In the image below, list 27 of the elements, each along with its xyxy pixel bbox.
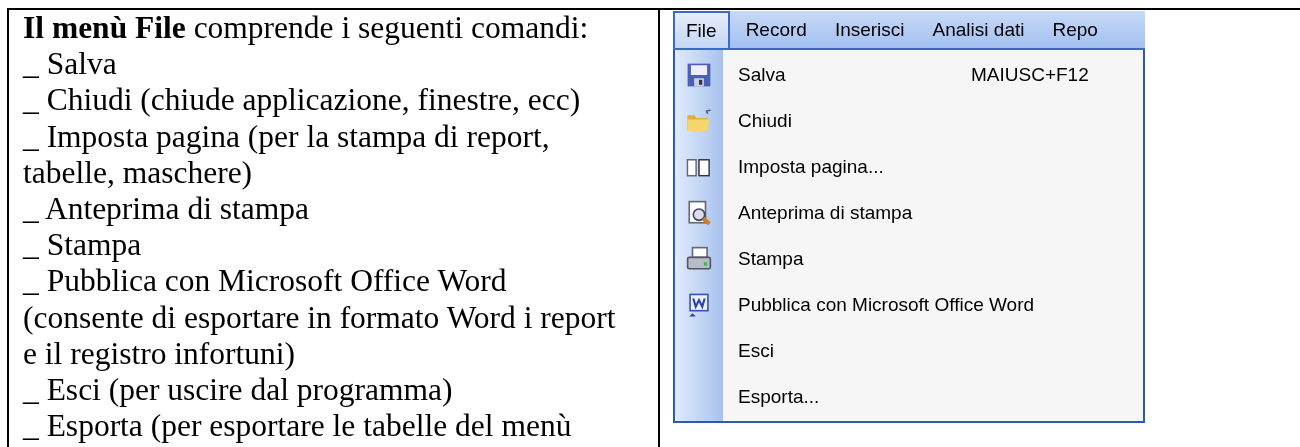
document-icon: [686, 292, 712, 318]
menu-item[interactable]: Esporta...: [738, 385, 971, 409]
menu-bar-item[interactable]: Analisi dati: [920, 11, 1037, 48]
menu-item[interactable]: Chiudi: [738, 109, 971, 133]
menu-item[interactable]: Esci: [738, 339, 971, 363]
menu-bar-item[interactable]: Inserisci: [822, 11, 917, 48]
menu-item[interactable]: Salva: [738, 63, 971, 87]
menu-bar-item[interactable]: File: [673, 11, 730, 48]
command-description: _ Chiudi (chiude applicazione, finestre, ecc): [23, 82, 582, 119]
command-description: _ Pubblica con Microsoft Office Word (consente di esportare in formato Word i report e il registro infortuni): [23, 263, 617, 373]
menu-item[interactable]: Pubblica con Microsoft Office Word: [738, 293, 1035, 317]
command-description: _ Stampa: [23, 227, 143, 264]
command-description: _ Imposta pagina (per la stampa di report, tabelle, maschere): [23, 118, 551, 191]
folder-icon: [686, 108, 712, 134]
intro-text: Il menù File comprende i seguenti comandi:: [23, 10, 590, 47]
menu-bar-item[interactable]: Repo: [1040, 11, 1110, 48]
menu-item[interactable]: Imposta pagina...: [738, 155, 971, 179]
shortcut-text: MAIUSC+F12: [971, 64, 1089, 86]
printer-icon: [686, 246, 712, 272]
menu-item[interactable]: Anteprima di stampa: [738, 201, 971, 225]
command-description: _ Esci (per uscire dal programma): [23, 372, 454, 409]
menu-bar-item[interactable]: Record: [733, 11, 819, 48]
print-preview-icon: [686, 200, 712, 226]
menu-item[interactable]: Stampa: [738, 247, 971, 271]
command-description: _ Esporta (per esportare le tabelle del menù: [23, 408, 573, 445]
command-description: _ Salva: [23, 46, 118, 83]
command-description: _ Anteprima di stampa: [23, 191, 311, 228]
